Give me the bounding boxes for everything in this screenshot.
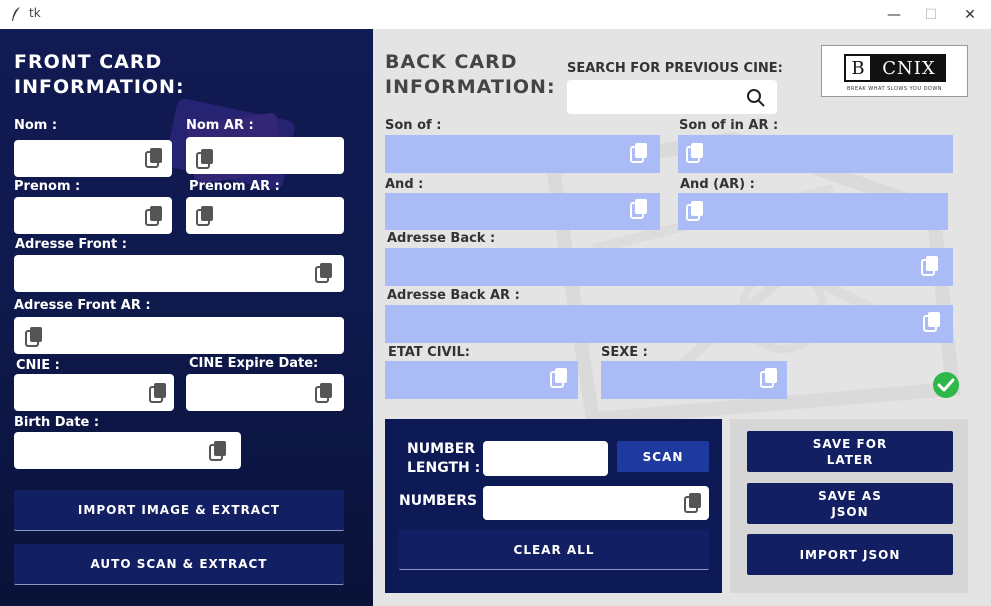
nom-ar-label: Nom AR : [186, 118, 254, 133]
prenom-ar-label: Prenom AR : [189, 179, 280, 194]
numbers-field[interactable] [483, 486, 709, 520]
son-of-ar-label: Son of in AR : [679, 118, 779, 133]
prenom-label: Prenom : [14, 179, 81, 194]
front-heading-line2: INFORMATION: [14, 76, 185, 98]
copy-icon[interactable] [148, 382, 170, 406]
nom-label: Nom : [14, 118, 58, 133]
and-ar-label: And (AR) : [680, 177, 755, 192]
number-length-label-line2: LENGTH : [407, 460, 481, 476]
copy-icon[interactable] [314, 262, 336, 286]
copy-icon[interactable] [144, 147, 166, 171]
copy-icon[interactable] [195, 205, 217, 229]
adresse-front-label: Adresse Front : [15, 237, 127, 252]
number-length-label-line1: NUMBER [407, 441, 476, 457]
number-length-field[interactable] [483, 441, 608, 476]
search-icon[interactable] [746, 88, 766, 108]
clear-all-button[interactable]: CLEAR ALL [399, 530, 709, 570]
scan-button[interactable]: SCAN [617, 441, 709, 472]
adresse-front-field[interactable] [14, 255, 344, 292]
birth-date-field[interactable] [14, 432, 241, 469]
window-title: tk [29, 6, 41, 20]
cnie-label: CNIE : [16, 358, 60, 373]
copy-icon[interactable] [629, 198, 651, 222]
and-field[interactable] [385, 193, 660, 230]
copy-icon[interactable] [629, 142, 651, 166]
adresse-back-ar-label: Adresse Back AR : [387, 288, 520, 303]
adresse-back-label: Adresse Back : [387, 231, 496, 246]
back-heading-line2: INFORMATION: [385, 76, 556, 98]
son-of-ar-field[interactable] [678, 135, 953, 173]
title-bar: tk — ☐ ✕ [0, 0, 991, 29]
copy-icon[interactable] [685, 142, 707, 166]
son-of-label: Son of : [385, 118, 442, 133]
copy-icon[interactable] [24, 326, 46, 350]
logo-tagline: BREAK WHAT SLOWS YOU DOWN [846, 86, 943, 92]
sexe-label: SEXE : [601, 345, 648, 360]
close-button[interactable]: ✕ [951, 0, 989, 29]
save-as-json-line1: SAVE AS [818, 488, 882, 503]
save-for-later-line2: LATER [826, 452, 874, 467]
adresse-front-ar-label: Adresse Front AR : [14, 298, 151, 313]
copy-icon[interactable] [549, 367, 571, 391]
adresse-front-ar-field[interactable] [14, 317, 344, 354]
copy-icon[interactable] [195, 148, 217, 172]
maximize-button[interactable]: ☐ [912, 0, 950, 29]
save-as-json-button[interactable]: SAVE AS JSON [747, 483, 953, 524]
copy-icon[interactable] [922, 311, 944, 335]
adresse-back-ar-field[interactable] [385, 305, 953, 343]
birth-date-label: Birth Date : [14, 415, 100, 430]
logo-letter: B [844, 54, 872, 82]
import-json-button[interactable]: IMPORT JSON [747, 534, 953, 575]
tk-feather-icon [12, 7, 20, 21]
minimize-button[interactable]: — [875, 0, 913, 29]
bcnix-logo: B CNIX BREAK WHAT SLOWS YOU DOWN [821, 45, 968, 97]
logo-name: CNIX [872, 54, 946, 82]
copy-icon[interactable] [208, 440, 230, 464]
auto-scan-extract-button[interactable]: AUTO SCAN & EXTRACT [14, 544, 344, 585]
copy-icon[interactable] [314, 382, 336, 406]
son-of-field[interactable] [385, 135, 660, 173]
and-label: And : [385, 177, 424, 192]
cine-expire-label: CINE Expire Date: [189, 356, 319, 371]
front-heading-line1: FRONT CARD [14, 51, 163, 73]
and-ar-field[interactable] [678, 193, 948, 230]
save-for-later-button[interactable]: SAVE FOR LATER [747, 431, 953, 472]
import-image-extract-button[interactable]: IMPORT IMAGE & EXTRACT [14, 490, 344, 531]
copy-icon[interactable] [683, 492, 705, 516]
adresse-back-field[interactable] [385, 248, 953, 286]
save-as-json-line2: JSON [831, 504, 869, 519]
back-heading-line1: BACK CARD [385, 51, 518, 73]
copy-icon[interactable] [144, 205, 166, 229]
copy-icon[interactable] [920, 255, 942, 279]
checkmark-icon [933, 372, 959, 398]
save-for-later-line1: SAVE FOR [812, 436, 888, 451]
etat-civil-label: ETAT CIVIL: [388, 345, 470, 360]
search-label: SEARCH FOR PREVIOUS CINE: [567, 61, 783, 76]
copy-icon[interactable] [685, 200, 707, 224]
copy-icon[interactable] [759, 367, 781, 391]
numbers-label: NUMBERS : [399, 493, 488, 509]
